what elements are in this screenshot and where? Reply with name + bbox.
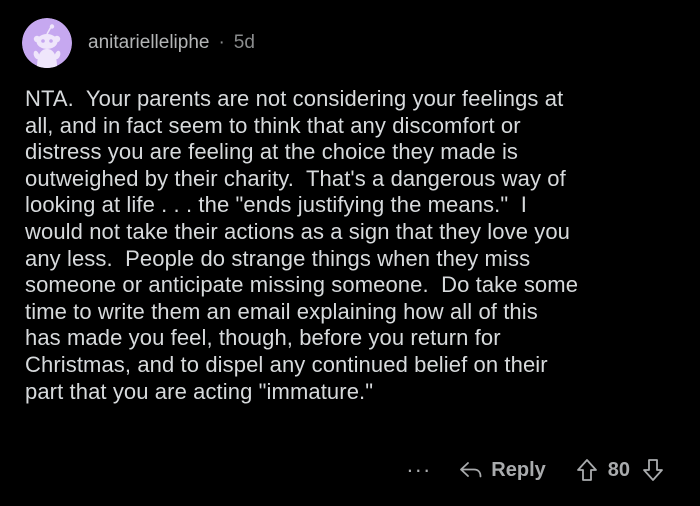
comment-meta: anitarielleliphe · 5d — [88, 32, 255, 54]
comment-body: NTA. Your parents are not considering yo… — [25, 86, 579, 404]
reply-icon — [460, 462, 482, 478]
reply-button[interactable]: Reply — [459, 458, 546, 482]
vote-controls: 80 — [576, 458, 664, 482]
comment-actions: ··· Reply 80 — [406, 452, 664, 488]
meta-separator: · — [218, 32, 225, 53]
upvote-arrow-icon — [576, 459, 597, 481]
comment-header: anitarielleliphe · 5d — [22, 14, 255, 72]
comment: anitarielleliphe · 5d NTA. Your parents … — [0, 0, 700, 506]
more-options-button[interactable]: ··· — [406, 459, 431, 481]
downvote-button[interactable] — [642, 458, 664, 482]
snoo-avatar-icon — [22, 18, 72, 68]
username[interactable]: anitarielleliphe — [88, 32, 209, 54]
upvote-button[interactable] — [576, 458, 598, 482]
vote-score: 80 — [607, 458, 630, 481]
downvote-arrow-icon — [643, 459, 663, 481]
avatar[interactable] — [22, 18, 72, 68]
reply-label: Reply — [491, 458, 546, 481]
comment-age: 5d — [233, 32, 255, 53]
